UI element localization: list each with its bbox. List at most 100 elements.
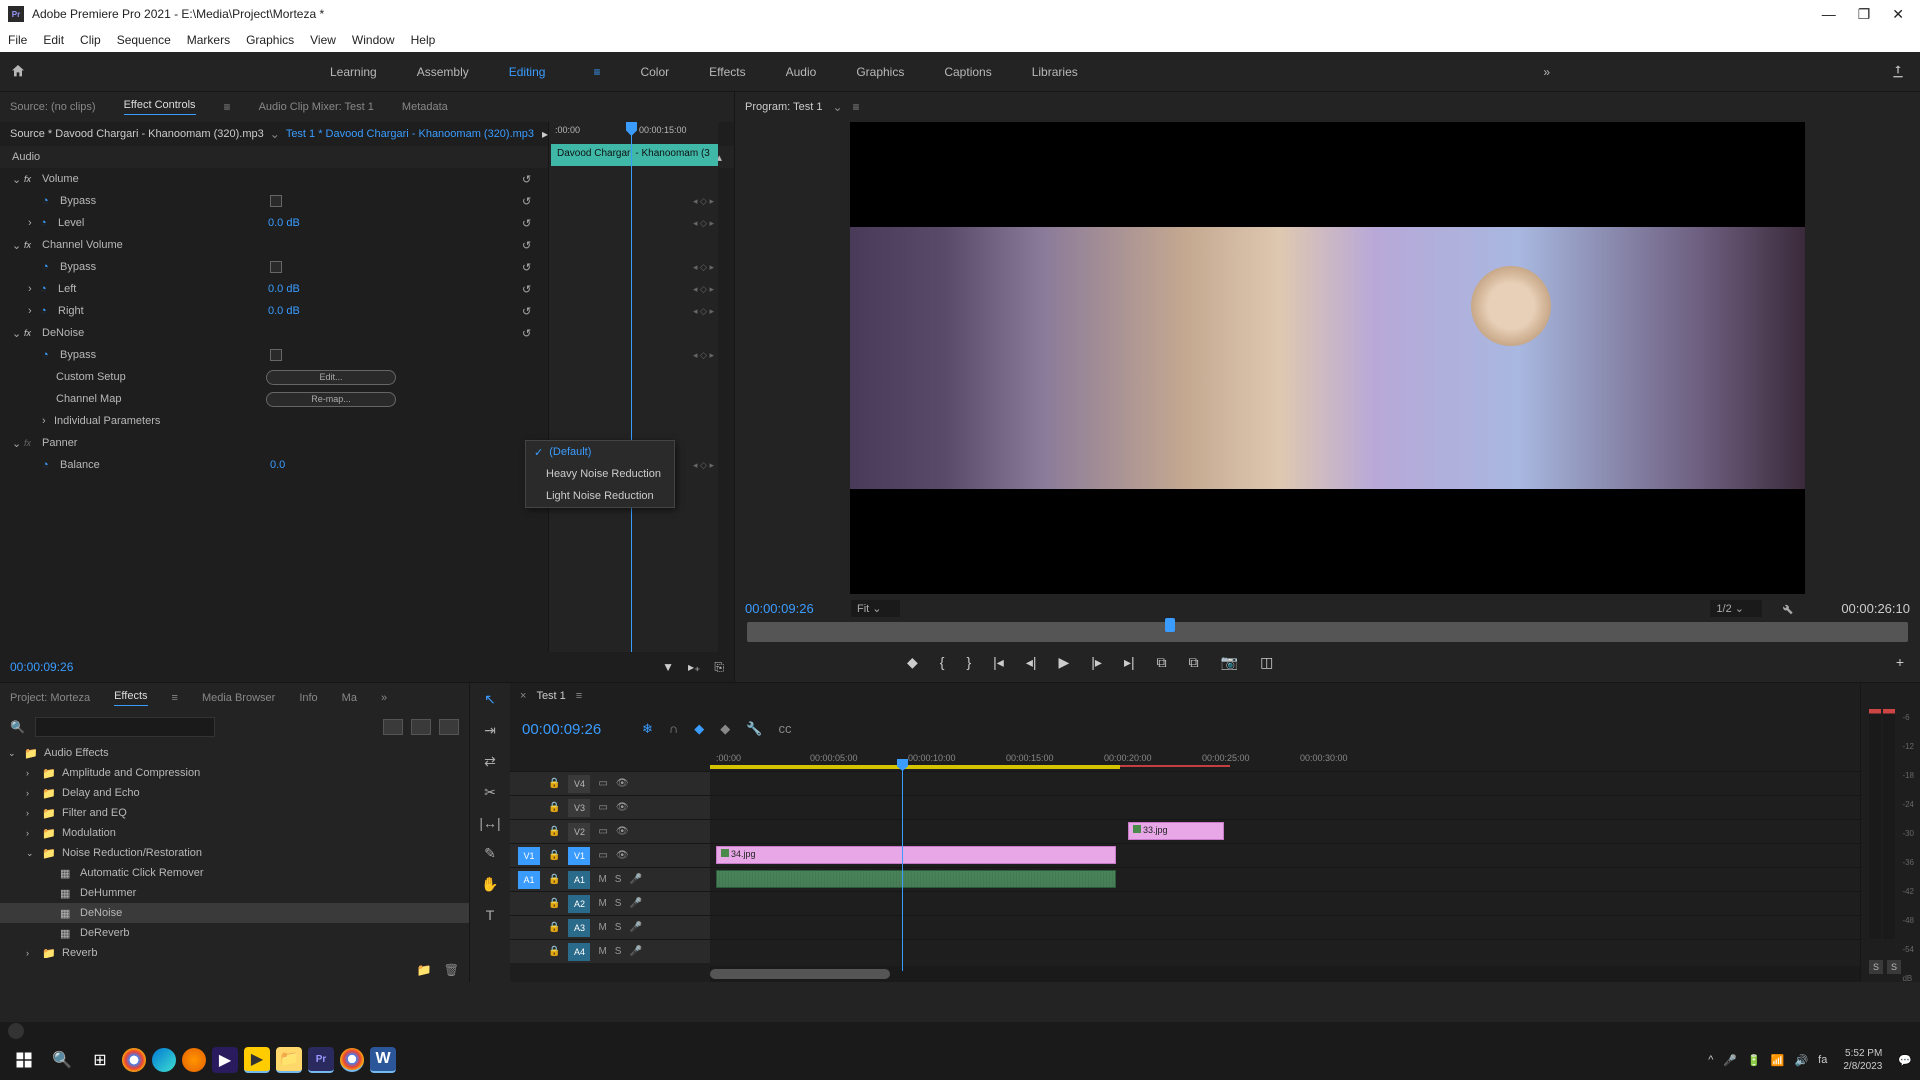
workspace-menu-icon[interactable]: ≡ bbox=[593, 65, 600, 79]
potplayer-icon[interactable]: ▶ bbox=[244, 1047, 270, 1073]
chevron-down-icon[interactable]: ⌄ bbox=[12, 239, 24, 252]
chrome-app-icon-2[interactable] bbox=[340, 1048, 364, 1072]
zoom-thumb[interactable] bbox=[710, 969, 890, 979]
video-clip[interactable]: 34.jpg bbox=[716, 846, 1116, 864]
selection-tool-icon[interactable]: ↖ bbox=[484, 691, 496, 708]
source-patch[interactable]: V1 bbox=[518, 847, 540, 865]
menu-markers[interactable]: Markers bbox=[187, 33, 230, 47]
track-label[interactable]: A4 bbox=[568, 943, 590, 961]
workspace-learning[interactable]: Learning bbox=[330, 65, 377, 79]
tree-item-modulation[interactable]: ›📁Modulation bbox=[0, 823, 469, 843]
track-content[interactable] bbox=[710, 772, 1860, 795]
solo-right-button[interactable]: S bbox=[1887, 960, 1901, 974]
chevron-right-icon[interactable]: › bbox=[28, 283, 40, 295]
lock-icon[interactable]: 🔒 bbox=[548, 898, 560, 909]
track-label[interactable]: A3 bbox=[568, 919, 590, 937]
track-content[interactable] bbox=[710, 796, 1860, 819]
ripple-edit-tool-icon[interactable]: ⇄ bbox=[484, 753, 496, 770]
settings-wrench-icon[interactable]: 🔧 bbox=[746, 721, 762, 737]
track-content[interactable]: 33.jpg bbox=[710, 820, 1860, 843]
type-tool-icon[interactable]: T bbox=[486, 907, 495, 923]
linked-selection-icon[interactable]: ∩ bbox=[669, 721, 678, 737]
chevron-down-icon[interactable]: ⌄ bbox=[26, 848, 36, 859]
panel-menu-icon[interactable]: ≡ bbox=[576, 690, 582, 702]
right-value[interactable]: 0.0 dB bbox=[268, 305, 388, 317]
keyframe-nav[interactable]: ◂ ◇ ▸ bbox=[693, 460, 714, 471]
audio-clip[interactable] bbox=[716, 870, 1116, 888]
maximize-button[interactable]: ❐ bbox=[1858, 6, 1871, 23]
track-label[interactable]: V3 bbox=[568, 799, 590, 817]
voice-over-icon[interactable]: 🎤 bbox=[629, 898, 641, 909]
source-patch[interactable]: A1 bbox=[518, 871, 540, 889]
reset-icon[interactable]: ↺ bbox=[522, 305, 536, 318]
home-icon[interactable] bbox=[10, 63, 30, 81]
tab-audio-clip-mixer[interactable]: Audio Clip Mixer: Test 1 bbox=[259, 101, 374, 113]
mute-button[interactable]: M bbox=[598, 874, 606, 885]
keyframe-nav[interactable]: ◂ ◇ ▸ bbox=[693, 306, 714, 317]
snap-icon[interactable]: ❄ bbox=[642, 721, 653, 737]
start-button[interactable] bbox=[8, 1044, 40, 1076]
marker-icon[interactable]: ◆ bbox=[907, 654, 918, 671]
toggle-visibility-icon[interactable]: 👁 bbox=[616, 802, 629, 813]
go-to-in-icon[interactable]: |◂ bbox=[993, 654, 1004, 671]
menu-window[interactable]: Window bbox=[352, 33, 395, 47]
chevron-down-icon[interactable]: ⌄ bbox=[270, 127, 280, 141]
tab-info[interactable]: Info bbox=[299, 692, 317, 704]
reset-icon[interactable]: ↺ bbox=[522, 239, 536, 252]
accelerated-effects-badge[interactable] bbox=[383, 719, 403, 735]
sync-lock-icon[interactable]: ▭ bbox=[598, 826, 607, 837]
timeline-ruler[interactable]: :00:00 00:00:05:00 00:00:10:00 00:00:15:… bbox=[710, 749, 1860, 771]
tree-item-noise-reduction-restoration[interactable]: ⌄📁Noise Reduction/Restoration bbox=[0, 843, 469, 863]
premiere-app-icon[interactable]: Pr bbox=[308, 1047, 334, 1073]
tab-project[interactable]: Project: Morteza bbox=[10, 692, 90, 704]
fx-badge-icon[interactable]: fx bbox=[24, 240, 38, 250]
workspace-editing[interactable]: Editing bbox=[509, 65, 546, 79]
32bit-badge[interactable] bbox=[411, 719, 431, 735]
tree-item-dereverb[interactable]: ▦DeReverb bbox=[0, 923, 469, 943]
track-content[interactable] bbox=[710, 940, 1860, 963]
workspace-overflow-icon[interactable]: » bbox=[1543, 65, 1550, 79]
lock-icon[interactable]: 🔒 bbox=[548, 922, 560, 933]
lock-icon[interactable]: 🔒 bbox=[548, 778, 560, 789]
menu-sequence[interactable]: Sequence bbox=[117, 33, 171, 47]
chevron-right-icon[interactable]: › bbox=[42, 415, 54, 427]
mini-tl-clip[interactable]: Davood Chargari - Khanoomam (3 bbox=[551, 144, 718, 166]
stopwatch-icon[interactable]: ◔ bbox=[42, 195, 56, 207]
voice-over-icon[interactable]: 🎤 bbox=[629, 874, 641, 885]
clock[interactable]: 5:52 PM 2/8/2023 bbox=[1843, 1047, 1882, 1073]
wifi-icon[interactable]: 📶 bbox=[1771, 1054, 1785, 1067]
tab-media-browser[interactable]: Media Browser bbox=[202, 692, 275, 704]
tree-item-audio-effects[interactable]: ⌄📁Audio Effects bbox=[0, 743, 469, 763]
marker-icon[interactable]: ◆ bbox=[694, 721, 704, 737]
resolution-select[interactable]: 1/2 ⌄ bbox=[1710, 600, 1762, 617]
reset-icon[interactable]: ↺ bbox=[522, 283, 536, 296]
solo-button[interactable]: S bbox=[615, 922, 622, 933]
tab-source[interactable]: Source: (no clips) bbox=[10, 101, 96, 113]
minimize-button[interactable]: — bbox=[1822, 6, 1836, 23]
timeline-zoom-scrollbar[interactable] bbox=[710, 966, 1860, 982]
stopwatch-icon[interactable]: ◔ bbox=[42, 261, 56, 273]
new-bin-icon[interactable]: 📁 bbox=[417, 963, 432, 977]
menu-file[interactable]: File bbox=[8, 33, 27, 47]
reset-icon[interactable]: ↺ bbox=[522, 173, 536, 186]
extract-icon[interactable]: ⧉ bbox=[1189, 654, 1199, 671]
volume-icon[interactable]: 🔊 bbox=[1794, 1054, 1808, 1067]
chevron-down-icon[interactable]: ⌄ bbox=[832, 100, 842, 114]
hand-tool-icon[interactable]: ✋ bbox=[481, 876, 498, 893]
track-label[interactable]: V4 bbox=[568, 775, 590, 793]
tab-markers-overflow[interactable]: Ma bbox=[342, 692, 357, 704]
yuv-badge[interactable] bbox=[439, 719, 459, 735]
mark-out-icon[interactable]: } bbox=[966, 654, 971, 670]
track-label[interactable]: V1 bbox=[568, 847, 590, 865]
sync-lock-icon[interactable]: ▭ bbox=[598, 850, 607, 861]
track-label[interactable]: A2 bbox=[568, 895, 590, 913]
workspace-graphics[interactable]: Graphics bbox=[856, 65, 904, 79]
balance-value[interactable]: 0.0 bbox=[270, 459, 390, 471]
menu-clip[interactable]: Clip bbox=[80, 33, 101, 47]
mute-button[interactable]: M bbox=[598, 898, 606, 909]
preset-default[interactable]: ✓ (Default) bbox=[526, 441, 674, 463]
close-sequence-icon[interactable]: × bbox=[520, 690, 526, 702]
effect-volume[interactable]: ⌄ fx Volume ↺ bbox=[0, 168, 734, 190]
stopwatch-icon[interactable]: ◔ bbox=[42, 459, 56, 471]
chevron-right-icon[interactable]: › bbox=[26, 768, 36, 778]
